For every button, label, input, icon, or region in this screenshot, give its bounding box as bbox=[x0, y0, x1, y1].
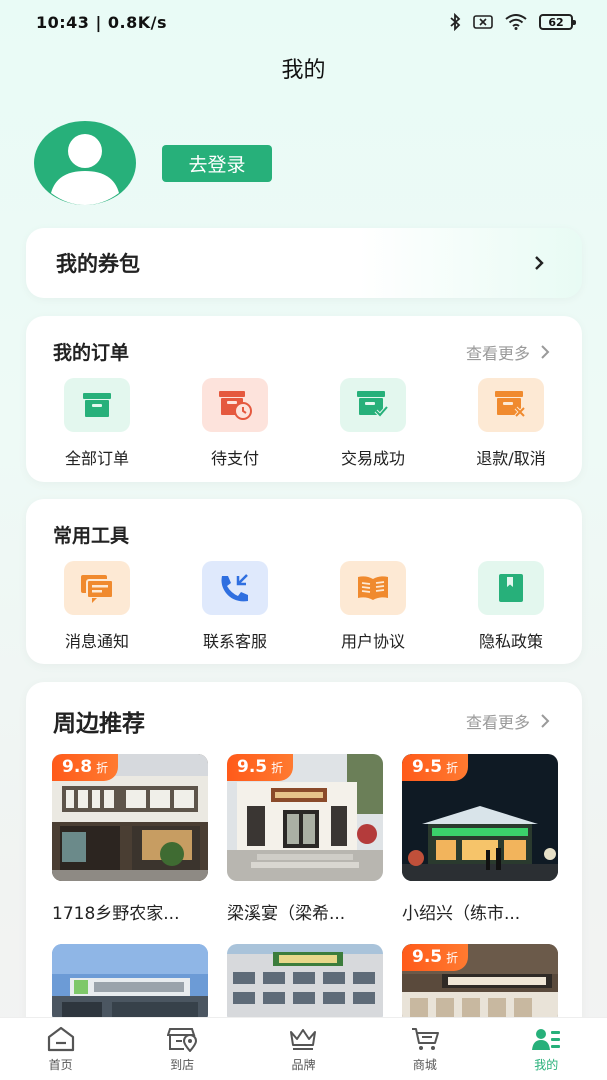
shop-photo: 9.5 折 bbox=[227, 754, 383, 881]
recommend-more-label: 查看更多 bbox=[465, 713, 530, 732]
orders-card: 我的订单 查看更多 全部订单 待支付 交易成功 退款/取消 bbox=[26, 316, 582, 482]
tool-privacy-label: 隐私政策 bbox=[478, 632, 543, 651]
tab-mine-label: 我的 bbox=[534, 1057, 559, 1072]
shop-card[interactable]: 9.5 折 梁溪宴（梁希... bbox=[227, 754, 383, 924]
discount-value: 9.5 bbox=[237, 757, 268, 777]
shop-card[interactable] bbox=[227, 944, 383, 1024]
tab-brand-label: 品牌 bbox=[291, 1057, 316, 1072]
orders-icon-row: 全部订单 待支付 交易成功 退款/取消 bbox=[26, 378, 582, 469]
tools-title: 常用工具 bbox=[53, 525, 130, 547]
wifi-icon bbox=[505, 14, 527, 30]
tool-service-item[interactable]: 联系客服 bbox=[175, 561, 295, 652]
discount-unit: 折 bbox=[446, 951, 459, 965]
bookmark-icon bbox=[478, 561, 544, 615]
store-location-icon bbox=[167, 1027, 198, 1052]
tool-agreement-label: 用户协议 bbox=[340, 632, 405, 651]
discount-badge: 9.5 折 bbox=[402, 944, 469, 971]
chevron-right-icon bbox=[535, 256, 544, 270]
login-button[interactable]: 去登录 bbox=[162, 145, 272, 182]
discount-unit: 折 bbox=[96, 761, 109, 775]
discount-value: 9.5 bbox=[412, 757, 443, 777]
tab-home[interactable]: 首页 bbox=[16, 1026, 106, 1073]
shop-photo bbox=[52, 944, 208, 1024]
shop-name: 1718乡野农家... bbox=[52, 904, 180, 924]
tab-brand[interactable]: 品牌 bbox=[258, 1026, 348, 1073]
tool-agreement-item[interactable]: 用户协议 bbox=[313, 561, 433, 652]
crown-icon bbox=[290, 1028, 317, 1050]
chevron-right-icon bbox=[541, 714, 550, 728]
cancel-box-icon bbox=[478, 378, 544, 432]
shop-photo: 9.5 折 bbox=[402, 944, 558, 1024]
orders-more-label: 查看更多 bbox=[465, 343, 530, 363]
coupon-card[interactable]: 我的券包 bbox=[26, 228, 582, 298]
coupon-title: 我的券包 bbox=[56, 252, 140, 276]
order-success-item[interactable]: 交易成功 bbox=[313, 378, 433, 469]
tools-icon-row: 消息通知 联系客服 用户协议 隐私政策 bbox=[26, 561, 582, 652]
discount-unit: 折 bbox=[446, 761, 459, 775]
recommend-title: 周边推荐 bbox=[53, 711, 145, 737]
discount-badge: 9.8 折 bbox=[52, 754, 119, 781]
tool-service-label: 联系客服 bbox=[202, 632, 267, 651]
status-time: 10:43 | 0.8K/s bbox=[36, 12, 168, 32]
order-success-label: 交易成功 bbox=[340, 449, 405, 468]
shop-card[interactable] bbox=[52, 944, 208, 1024]
discount-badge: 9.5 折 bbox=[402, 754, 469, 781]
order-all-item[interactable]: 全部订单 bbox=[37, 378, 157, 469]
shop-photo: 9.5 折 bbox=[402, 754, 558, 881]
page-title: 我的 bbox=[281, 58, 326, 83]
order-refund-label: 退款/取消 bbox=[476, 449, 546, 468]
bluetooth-icon bbox=[450, 13, 461, 31]
shop-photo bbox=[227, 944, 383, 1024]
discount-unit: 折 bbox=[271, 761, 284, 775]
cart-icon bbox=[411, 1027, 439, 1050]
discount-value: 9.5 bbox=[412, 947, 443, 967]
home-icon bbox=[47, 1026, 74, 1051]
tab-mine[interactable]: 我的 bbox=[501, 1026, 591, 1073]
tab-home-label: 首页 bbox=[48, 1057, 73, 1072]
tab-mall-label: 商城 bbox=[412, 1057, 437, 1072]
discount-badge: 9.5 折 bbox=[227, 754, 294, 781]
shop-name: 梁溪宴（梁希... bbox=[227, 904, 346, 924]
recommend-header: 周边推荐 查看更多 bbox=[53, 704, 552, 738]
box-icon bbox=[64, 378, 130, 432]
book-icon bbox=[340, 561, 406, 615]
orders-more-link[interactable]: 查看更多 bbox=[466, 340, 552, 364]
status-icons: 62 bbox=[449, 13, 576, 31]
order-all-label: 全部订单 bbox=[64, 449, 129, 468]
tool-message-item[interactable]: 消息通知 bbox=[37, 561, 157, 652]
tab-store-label: 到店 bbox=[170, 1057, 195, 1072]
avatar-icon[interactable] bbox=[33, 121, 137, 205]
tools-header: 常用工具 bbox=[53, 521, 552, 548]
message-icon bbox=[64, 561, 130, 615]
shop-grid: 9.8 折 1718乡野农家... 9.5 折 梁溪宴（梁希... 9.5 折 … bbox=[52, 754, 558, 1024]
clock-box-icon bbox=[202, 378, 268, 432]
phone-icon bbox=[202, 561, 268, 615]
orders-header: 我的订单 查看更多 bbox=[53, 338, 552, 365]
shop-card[interactable]: 9.5 折 bbox=[402, 944, 558, 1024]
bottom-tab-bar: 首页 到店 品牌 商城 我的 bbox=[0, 1017, 607, 1080]
chevron-right-icon bbox=[541, 344, 550, 359]
order-pending-label: 待支付 bbox=[210, 449, 259, 468]
discount-value: 9.8 bbox=[62, 757, 93, 777]
tab-mall[interactable]: 商城 bbox=[380, 1026, 470, 1073]
order-pending-item[interactable]: 待支付 bbox=[175, 378, 295, 469]
recommend-more-link[interactable]: 查看更多 bbox=[466, 709, 552, 733]
tools-card: 常用工具 消息通知 联系客服 用户协议 隐私政策 bbox=[26, 499, 582, 664]
sim-off-icon bbox=[473, 15, 493, 29]
shop-photo: 9.8 折 bbox=[52, 754, 208, 881]
profile-list-icon bbox=[532, 1028, 561, 1050]
orders-title: 我的订单 bbox=[53, 342, 130, 364]
check-box-icon bbox=[340, 378, 406, 432]
shop-card[interactable]: 9.8 折 1718乡野农家... bbox=[52, 754, 208, 924]
status-bar: 10:43 | 0.8K/s 62 bbox=[0, 0, 607, 44]
tool-message-label: 消息通知 bbox=[64, 632, 129, 651]
battery-icon: 62 bbox=[539, 14, 576, 30]
tab-store[interactable]: 到店 bbox=[137, 1026, 227, 1073]
tool-privacy-item[interactable]: 隐私政策 bbox=[451, 561, 571, 652]
shop-name: 小绍兴（练市... bbox=[402, 904, 521, 924]
shop-card[interactable]: 9.5 折 小绍兴（练市... bbox=[402, 754, 558, 924]
order-refund-item[interactable]: 退款/取消 bbox=[451, 378, 571, 469]
